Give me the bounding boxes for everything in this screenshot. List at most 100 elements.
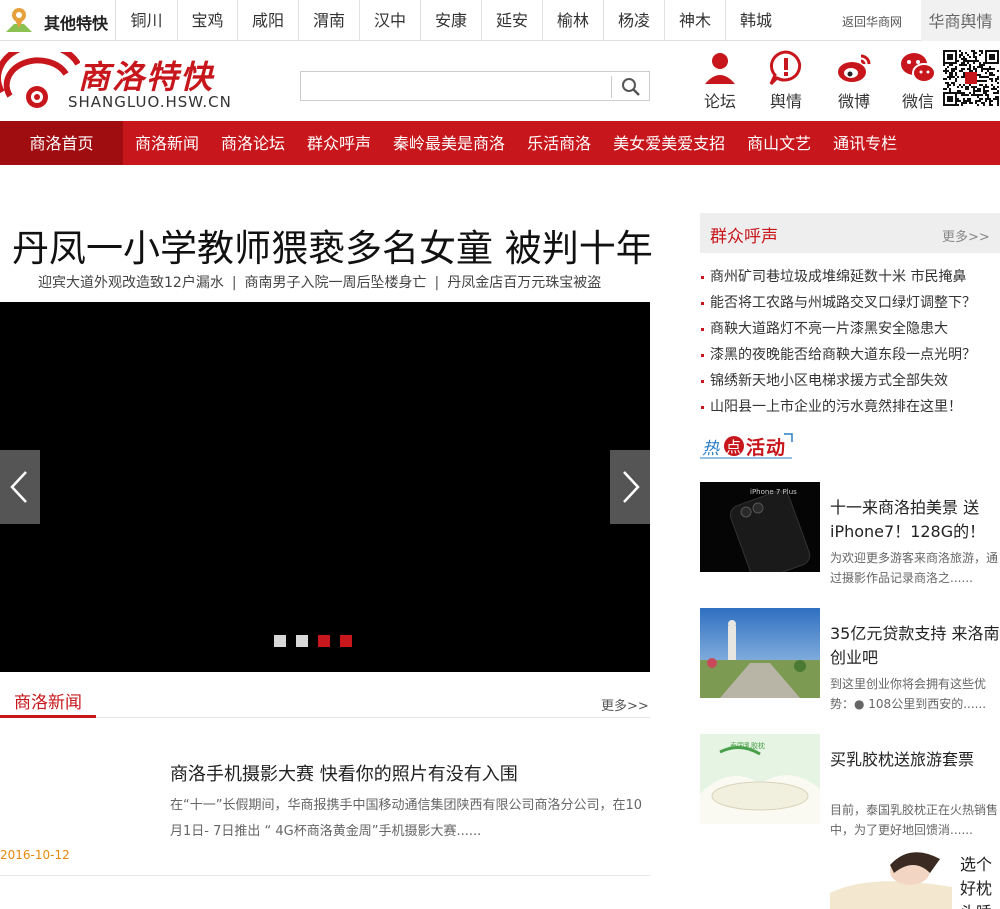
activity-title[interactable]: 买乳胶枕送旅游套票: [830, 748, 1000, 772]
yuqing-tool[interactable]: 舆情: [763, 50, 809, 111]
hot-logo-char: 热: [702, 439, 720, 459]
slider-dot[interactable]: [274, 635, 286, 647]
news-item-desc: 在“十一”长假期间，华商报携手中国移动通信集团陕西有限公司商洛分公司，在10月1…: [170, 798, 643, 839]
main-nav: 商洛首页 商洛新闻 商洛论坛 群众呼声 秦岭最美是商洛 乐活商洛 美女爱美爱支招 商山文艺通…: [0, 121, 1000, 165]
huashang-yuqing-tab[interactable]: 华商舆情: [921, 0, 1000, 41]
news-item-title[interactable]: 商洛手机摄影大赛 快看你的照片有没有入围: [170, 760, 518, 786]
activity-title[interactable]: 选个好枕头睡: [960, 853, 998, 909]
nav-home[interactable]: 商洛首页: [0, 121, 123, 165]
back-to-hsw-link[interactable]: 返回华商网: [842, 13, 902, 30]
activity-title[interactable]: 35亿元贷款支持 来洛南创业吧: [830, 622, 1000, 670]
voice-item[interactable]: 能否将工农路与州城路交叉口绿灯调整下？: [700, 290, 1000, 316]
forum-tool[interactable]: 论坛: [697, 50, 743, 111]
nav-item[interactable]: 秦岭最美是商洛: [382, 121, 516, 165]
news-section-title[interactable]: 商洛新闻: [0, 688, 96, 718]
news-more-link[interactable]: 更多>>: [601, 695, 649, 714]
headline-sub-links: 迎宾大道外观改造致12户漏水 | 商南男子入院一周后坠楼身亡 | 丹凤金店百万元珠宝被盗: [38, 272, 601, 292]
forum-label: 论坛: [703, 92, 736, 111]
search-box: [300, 71, 650, 101]
weibo-icon: [838, 54, 871, 82]
voice-item[interactable]: 山阳县一上市企业的污水竟然排在这里！: [700, 394, 1000, 420]
city-link[interactable]: 神木: [664, 0, 725, 41]
other-express-label: 其他特快: [44, 14, 109, 33]
hot-logo-char: 动: [766, 437, 785, 459]
activity-title[interactable]: 十一来商洛拍美景 送iPhone7！128G的！: [830, 496, 1000, 544]
slider-dots: [274, 635, 362, 647]
city-link[interactable]: 安康: [420, 0, 481, 41]
pillow-woman-thumbnail[interactable]: [830, 843, 952, 909]
hot-logo-char: 点: [726, 438, 741, 456]
activity-desc: 为欢迎更多游客来商洛旅游，通过摄影作品记录商洛之......: [830, 551, 999, 585]
user-icon: [705, 53, 735, 84]
nav-item[interactable]: 商洛新闻: [124, 121, 210, 165]
news-divider: [0, 875, 650, 876]
sub-link[interactable]: 丹凤金店百万元珠宝被盗: [447, 275, 601, 291]
wechat-icon: [901, 53, 936, 83]
wechat-tool[interactable]: 微信: [895, 50, 941, 111]
voice-item[interactable]: 漆黑的夜晚能否给商鞅大道东段一点光明？: [700, 342, 1000, 368]
weibo-tool[interactable]: 微博: [831, 50, 877, 111]
nav-item[interactable]: 美女爱美爱支招: [602, 121, 736, 165]
luonan-thumbnail[interactable]: [700, 608, 820, 698]
iphone-thumbnail[interactable]: iPhone 7 Plus: [700, 482, 820, 572]
sub-separator: |: [231, 275, 237, 291]
nav-items: 商洛新闻 商洛论坛 群众呼声 秦岭最美是商洛 乐活商洛 美女爱美爱支招 商山文艺 通讯专栏: [124, 121, 908, 165]
city-link[interactable]: 杨凌: [603, 0, 664, 41]
city-link[interactable]: 榆林: [542, 0, 603, 41]
qr-code-icon: [943, 50, 999, 106]
activity-item[interactable]: iPhone 7 Plus 十一来商洛拍美景 送iPhone7！128G的！ 为…: [700, 482, 1000, 585]
city-link[interactable]: 延安: [481, 0, 542, 41]
city-link[interactable]: 铜川: [115, 0, 177, 41]
sub-link[interactable]: 商南男子入院一周后坠楼身亡: [245, 275, 427, 291]
activity-item[interactable]: 35亿元贷款支持 来洛南创业吧 到这里创业你将会拥有这些优势：● 108公里到西…: [700, 608, 1000, 711]
thumb-caption: iPhone 7 Plus: [750, 488, 797, 496]
voice-item[interactable]: 商州矿司巷垃圾成堆绵延数十米 市民掩鼻: [700, 264, 1000, 290]
slider-next-button[interactable]: [610, 450, 650, 524]
nav-item[interactable]: 乐活商洛: [516, 121, 602, 165]
voice-item[interactable]: 商鞅大道路灯不亮一片漆黑安全隐患大: [700, 316, 1000, 342]
thumb-caption: 泰国乳胶枕: [730, 741, 765, 750]
activity-item[interactable]: 泰国乳胶枕 买乳胶枕送旅游套票 目前，泰国乳胶枕正在火热销售中，为了更好地回馈消…: [700, 734, 1000, 837]
search-divider: [611, 76, 612, 98]
news-item-date: 2016-10-12: [0, 848, 70, 862]
search-input[interactable]: [303, 74, 609, 98]
activity-desc: 到这里创业你将会拥有这些优势：● 108公里到西安的......: [830, 677, 987, 711]
voice-item[interactable]: 锦绣新天地小区电梯求援方式全部失效: [700, 368, 1000, 394]
logo-title[interactable]: 商洛特快: [78, 52, 214, 98]
nav-item[interactable]: 通讯专栏: [822, 121, 908, 165]
headline-title[interactable]: 丹凤一小学教师猥亵多名女童 被判十年: [12, 218, 653, 272]
top-city-bar: 其他特快 铜川 宝鸡 咸阳 渭南 汉中 安康 延安 榆林 杨凌 神木 韩城 返回华商网 华商舆情: [0, 0, 1000, 41]
slider-prev-button[interactable]: [0, 450, 40, 524]
logo-subtitle: SHANGLUO.HSW.CN: [68, 93, 232, 111]
pillow-thumbnail[interactable]: 泰国乳胶枕: [700, 734, 820, 824]
chevron-right-icon: [623, 471, 640, 503]
slider-dot[interactable]: [296, 635, 308, 647]
image-slider[interactable]: [0, 302, 650, 672]
chevron-left-icon: [10, 471, 27, 503]
city-link[interactable]: 宝鸡: [177, 0, 237, 41]
nav-item[interactable]: 商洛论坛: [210, 121, 296, 165]
yuqing-label: 舆情: [769, 92, 802, 111]
city-link[interactable]: 韩城: [725, 0, 786, 41]
nav-item[interactable]: 群众呼声: [296, 121, 382, 165]
city-link[interactable]: 汉中: [359, 0, 420, 41]
slider-dot[interactable]: [340, 635, 352, 647]
alert-icon: [769, 50, 802, 86]
hot-activity-logo: 热 点 活 动: [700, 433, 793, 459]
slider-dot[interactable]: [318, 635, 330, 647]
city-link[interactable]: 咸阳: [237, 0, 298, 41]
sub-link[interactable]: 迎宾大道外观改造致12户漏水: [38, 275, 224, 291]
location-pin-icon: [6, 8, 32, 32]
sub-separator: |: [434, 275, 440, 291]
voices-title[interactable]: 群众呼声: [710, 222, 778, 247]
city-link[interactable]: 渭南: [298, 0, 359, 41]
city-links: 铜川 宝鸡 咸阳 渭南 汉中 安康 延安 榆林 杨凌 神木 韩城: [115, 0, 786, 41]
search-icon[interactable]: [617, 76, 645, 98]
voices-more-link[interactable]: 更多>>: [942, 226, 990, 245]
weibo-label: 微博: [837, 92, 870, 111]
voices-header: 群众呼声 更多>>: [700, 213, 1000, 253]
activity-desc: 目前，泰国乳胶枕正在火热销售中，为了更好地回馈消......: [830, 803, 999, 837]
news-section-header: 商洛新闻 更多>>: [0, 688, 650, 718]
wechat-label: 微信: [901, 92, 934, 111]
nav-item[interactable]: 商山文艺: [736, 121, 822, 165]
